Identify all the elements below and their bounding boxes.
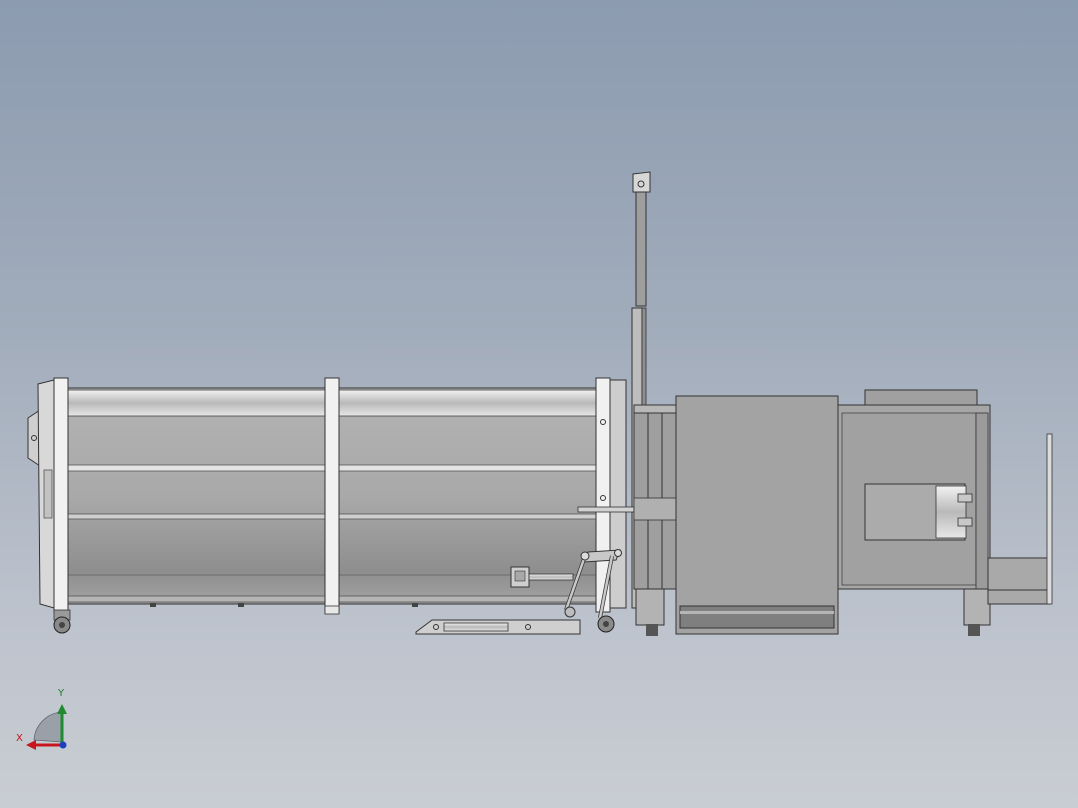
rear-chute: [987, 557, 1051, 605]
vertical-cylinder: [635, 191, 647, 307]
x-axis-label: X: [16, 733, 23, 744]
compactor-unit: [633, 389, 1053, 636]
z-axis-dot: [59, 741, 67, 749]
front-frame: [53, 377, 69, 613]
hopper-box: [675, 395, 839, 635]
axis-triad: [26, 704, 67, 750]
y-axis-label: Y: [58, 688, 65, 699]
cad-viewport[interactable]: X Y: [0, 0, 1078, 808]
model-drawing: [26, 171, 1053, 750]
container-body: [27, 377, 627, 634]
mid-frame: [324, 377, 340, 613]
